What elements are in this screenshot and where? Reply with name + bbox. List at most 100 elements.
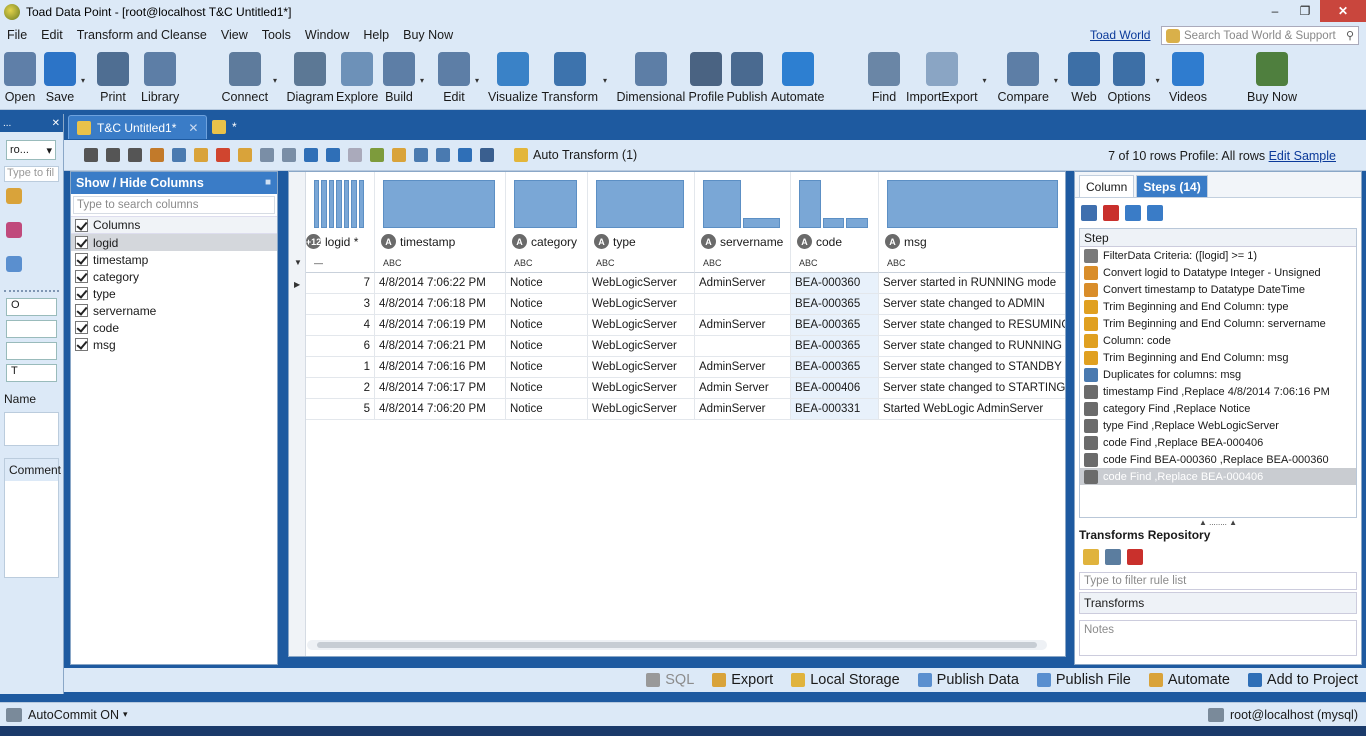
grid-cell[interactable]: BEA-000365 — [791, 336, 879, 357]
grid-cell[interactable]: AdminServer — [695, 273, 791, 294]
column-filter-type[interactable]: ABC — [791, 253, 879, 273]
find-toolbar-button[interactable]: Find — [868, 52, 900, 104]
open-toolbar-button[interactable]: Open — [4, 52, 36, 104]
grid-cell[interactable]: BEA-000331 — [791, 399, 879, 420]
grid-cell[interactable]: Notice — [506, 336, 588, 357]
column-filter-type[interactable]: ABC — [588, 253, 695, 273]
grid-cell[interactable] — [695, 294, 791, 315]
transform-toolbar-button[interactable]: Transform ▾ — [542, 52, 607, 104]
close-window-button[interactable]: ✕ — [1320, 0, 1366, 22]
delete-step-icon[interactable] — [1103, 205, 1119, 221]
sql-object-icon[interactable] — [6, 256, 22, 272]
column-toggle-row[interactable]: msg — [71, 336, 277, 353]
grid-cell[interactable]: WebLogicServer — [588, 357, 695, 378]
dropdown-arrow-icon[interactable]: ▾ — [273, 76, 277, 85]
grid-cell[interactable]: 7 — [306, 273, 375, 294]
filter-rule-list-input[interactable]: Type to filter rule list — [1079, 572, 1357, 590]
redo-icon[interactable] — [1147, 205, 1163, 221]
grid-cell[interactable]: Server state changed to STANDBY — [879, 357, 1065, 378]
publish-data-button[interactable]: Publish Data — [917, 672, 1019, 688]
transform-step[interactable]: type Find ,Replace WebLogicServer — [1080, 417, 1356, 434]
grid-cell[interactable]: 4/8/2014 7:06:17 PM — [375, 378, 506, 399]
transform-step[interactable]: Convert logid to Datatype Integer - Unsi… — [1080, 264, 1356, 281]
preview-icon[interactable] — [348, 148, 362, 162]
grid-cell[interactable]: BEA-000365 — [791, 294, 879, 315]
library-toolbar-button[interactable]: Library — [141, 52, 179, 104]
compare-toolbar-button[interactable]: Compare ▾ — [998, 52, 1058, 104]
grid-cell[interactable]: 5 — [306, 399, 375, 420]
dropdown-arrow-icon[interactable]: ▾ — [420, 76, 424, 85]
column-header-msg[interactable]: Amsg — [879, 230, 1065, 253]
transform-b-icon[interactable] — [436, 148, 450, 162]
undo-icon[interactable] — [1125, 205, 1141, 221]
grid-cell[interactable]: 4/8/2014 7:06:16 PM — [375, 357, 506, 378]
merge-icon[interactable] — [216, 148, 230, 162]
automate-button[interactable]: Automate — [1148, 672, 1230, 688]
column-checkbox[interactable] — [75, 287, 88, 300]
calendar-icon[interactable] — [326, 148, 340, 162]
grid-cell[interactable]: 4/8/2014 7:06:22 PM — [375, 273, 506, 294]
grid-cell[interactable]: 4/8/2014 7:06:20 PM — [375, 399, 506, 420]
grid-cell[interactable]: Server state changed to ADMIN — [879, 294, 1065, 315]
edit-toolbar-button[interactable]: Edit ▾ — [438, 52, 479, 104]
videos-toolbar-button[interactable]: Videos — [1169, 52, 1207, 104]
dropdown-arrow-icon[interactable]: ▾ — [475, 76, 479, 85]
filter-icon[interactable] — [128, 148, 142, 162]
column-header-servername[interactable]: Aservername — [695, 230, 791, 253]
add-to-project-button[interactable]: Add to Project — [1247, 672, 1358, 688]
column-checkbox[interactable] — [75, 253, 88, 266]
diagram-toolbar-button[interactable]: Diagram — [287, 52, 334, 104]
search-toad-world-input[interactable]: Search Toad World & Support ⚲ — [1161, 26, 1359, 45]
column-checkbox[interactable] — [75, 236, 88, 249]
transform-step[interactable]: Convert timestamp to Datatype DateTime — [1080, 281, 1356, 298]
grid-cell[interactable]: Notice — [506, 315, 588, 336]
dropdown-arrow-icon[interactable]: ▾ — [603, 76, 607, 85]
grid-cell[interactable]: Notice — [506, 378, 588, 399]
delete-rule-icon[interactable] — [1127, 549, 1143, 565]
grid-cell[interactable]: BEA-000365 — [791, 315, 879, 336]
web-toolbar-button[interactable]: Web — [1068, 52, 1100, 104]
grid-cell[interactable]: WebLogicServer — [588, 315, 695, 336]
column-filter-type[interactable]: ABC — [879, 253, 1065, 273]
grid-cell[interactable]: Started WebLogic AdminServer — [879, 399, 1065, 420]
edit-sample-link[interactable]: Edit Sample — [1269, 149, 1336, 163]
notes-field[interactable]: Notes — [1079, 620, 1357, 656]
dimensional-toolbar-button[interactable]: Dimensional — [617, 52, 685, 104]
transform-step[interactable]: Duplicates for columns: msg — [1080, 366, 1356, 383]
publish-file-button[interactable]: Publish File — [1036, 672, 1131, 688]
grid-cell[interactable]: Admin Server — [695, 378, 791, 399]
sum-icon[interactable] — [106, 148, 120, 162]
export-button[interactable]: Export — [712, 672, 773, 688]
minimize-button[interactable]: – — [1260, 0, 1290, 22]
transform-step[interactable]: category Find ,Replace Notice — [1080, 400, 1356, 417]
filter-box[interactable] — [6, 320, 57, 338]
column-icon[interactable] — [260, 148, 274, 162]
menu-tools[interactable]: Tools — [255, 28, 298, 42]
column-toggle-row[interactable]: logid — [71, 234, 277, 251]
data-grid[interactable]: +12 logid * —7 3 4 6 1 2 5 Atimestamp ABC 4/8/2014 … — [288, 171, 1066, 657]
auto-transform-button[interactable]: Auto Transform (1) — [514, 148, 637, 162]
transform-step[interactable]: Trim Beginning and End Column: msg — [1080, 349, 1356, 366]
transform-step[interactable]: code Find ,Replace BEA-000406 — [1080, 434, 1356, 451]
filter-row-icon[interactable]: ▼ — [294, 258, 302, 267]
explore-toolbar-button[interactable]: Explore — [336, 52, 378, 104]
columns-checkbox[interactable] — [75, 218, 88, 232]
tab-second[interactable]: * — [204, 115, 245, 139]
grid-cell[interactable]: BEA-000406 — [791, 378, 879, 399]
importexport-toolbar-button[interactable]: ImportExport ▾ — [906, 52, 987, 104]
import-icon[interactable] — [370, 148, 384, 162]
local-storage-button[interactable]: Local Storage — [791, 672, 900, 688]
grid-cell[interactable]: Server state changed to STARTING — [879, 378, 1065, 399]
column-toggle-row[interactable]: servername — [71, 302, 277, 319]
dropdown-arrow-icon[interactable]: ▾ — [81, 76, 85, 85]
column-toggle-row[interactable]: timestamp — [71, 251, 277, 268]
search-data-icon[interactable] — [172, 148, 186, 162]
navigator-box[interactable]: O — [6, 298, 57, 316]
buy-now-toolbar-button[interactable]: Buy Now — [1247, 52, 1297, 104]
grid-cell[interactable]: Notice — [506, 357, 588, 378]
column-header-logid[interactable]: +12 logid * — [306, 230, 375, 253]
name-list[interactable] — [4, 412, 59, 446]
grid-cell[interactable]: WebLogicServer — [588, 378, 695, 399]
menu-buy-now[interactable]: Buy Now — [396, 28, 460, 42]
automate-toolbar-button[interactable]: Automate — [771, 52, 825, 104]
